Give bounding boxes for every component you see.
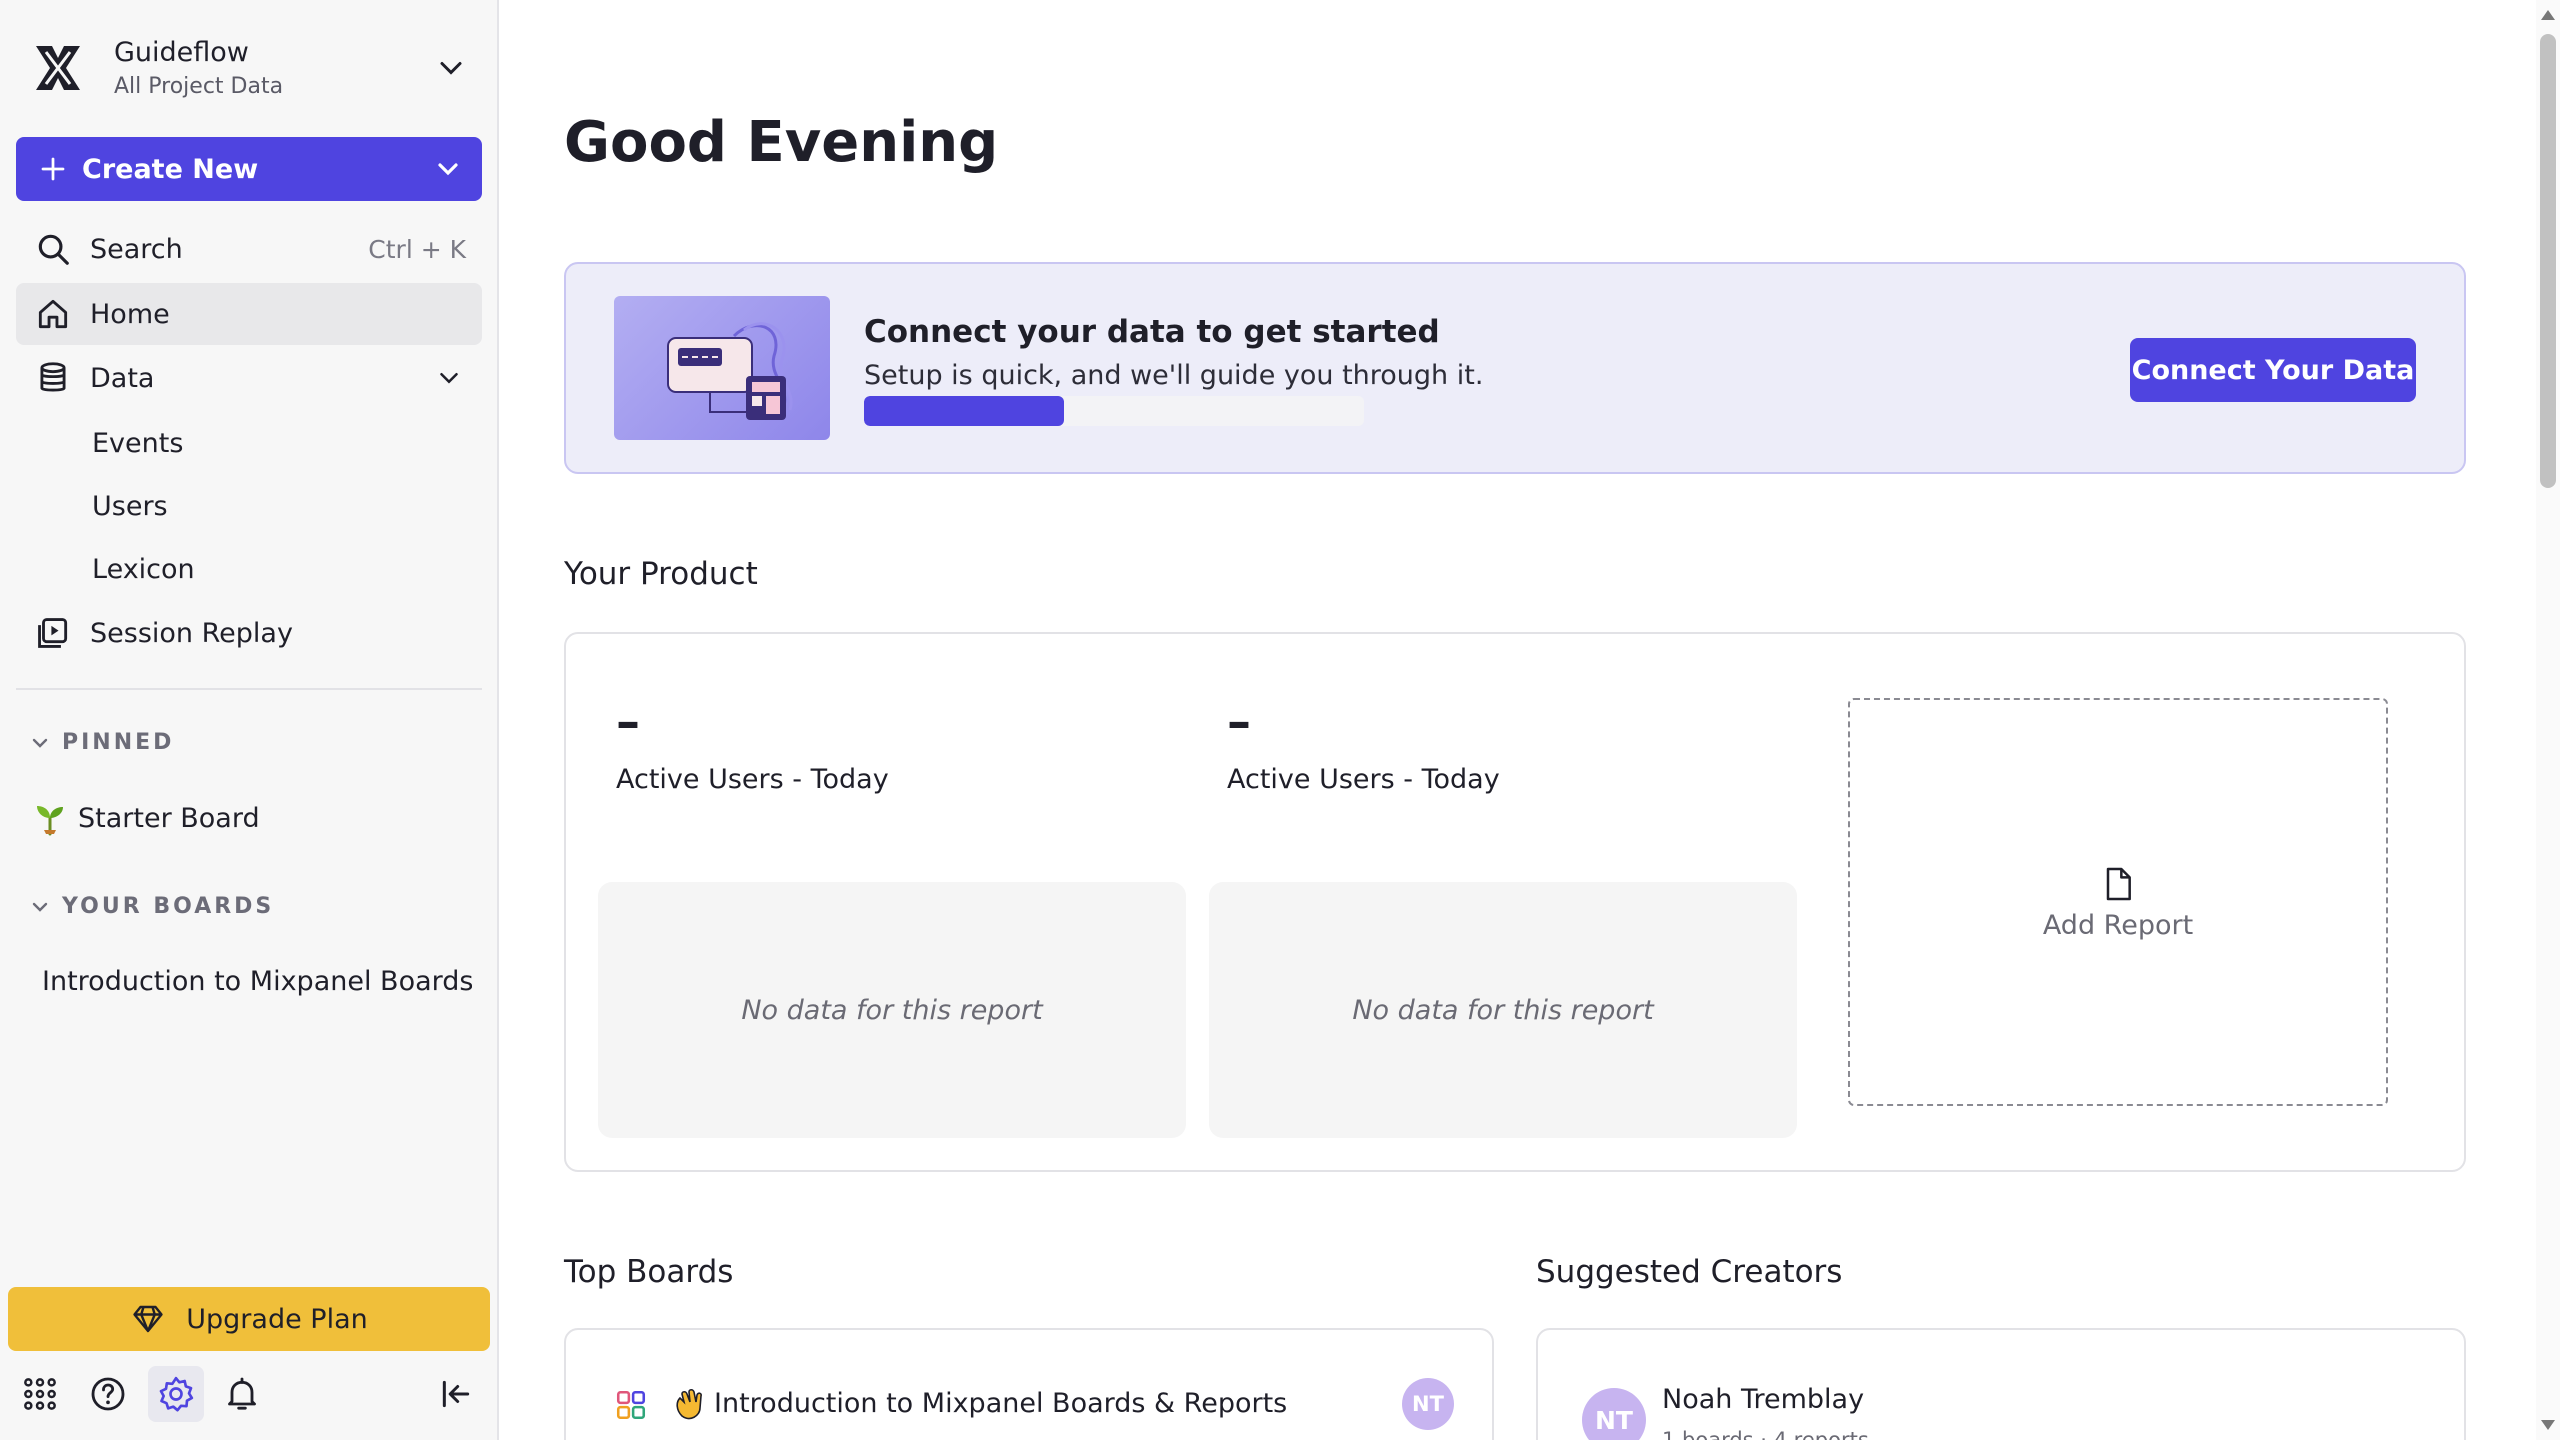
search-nav-item[interactable]: Search Ctrl + K (16, 218, 482, 280)
gear-icon (159, 1376, 194, 1412)
mixpanel-logo-icon (36, 46, 80, 90)
scroll-up-arrow-icon[interactable] (2541, 10, 2555, 20)
metric-label: Active Users - Today (1227, 764, 1500, 795)
workspace-switcher[interactable]: Guideflow All Project Data (16, 22, 483, 114)
upgrade-plan-label: Upgrade Plan (186, 1303, 368, 1335)
your-product-heading: Your Product (564, 556, 758, 592)
chevron-down-icon (440, 62, 462, 75)
sidebar-item-events[interactable]: Events (92, 428, 183, 459)
home-label: Home (90, 298, 170, 330)
your-boards-section-toggle[interactable]: YOUR BOARDS (28, 894, 274, 919)
create-new-button[interactable]: Create New (16, 137, 482, 201)
avatar: NT (1402, 1378, 1454, 1430)
no-data-placeholder: No data for this report (598, 882, 1186, 1138)
collapse-sidebar-button[interactable] (428, 1366, 484, 1422)
document-icon (2106, 867, 2131, 900)
sidebar-divider (16, 688, 482, 690)
grid-icon (24, 1378, 56, 1410)
page-scrollbar[interactable] (2536, 0, 2560, 1440)
workspace-subtitle: All Project Data (114, 74, 284, 99)
search-label: Search (90, 233, 183, 265)
add-report-label: Add Report (2042, 909, 2194, 941)
database-icon (40, 362, 66, 392)
home-icon (38, 299, 68, 329)
pinned-header: PINNED (62, 730, 175, 755)
your-board-label: Introduction to Mixpanel Boards (42, 965, 472, 997)
chevron-down-icon (32, 902, 48, 912)
search-icon (38, 234, 69, 265)
create-new-label: Create New (82, 153, 259, 185)
bell-icon (228, 1377, 256, 1410)
page-title: Good Evening (564, 110, 999, 175)
setup-progress-bar (864, 396, 1364, 426)
upgrade-plan-button[interactable]: Upgrade Plan (8, 1287, 490, 1351)
chevron-down-icon (32, 738, 48, 748)
sidebar-bottom-bar (0, 1360, 499, 1424)
collapse-left-icon (442, 1380, 470, 1408)
banner-title: Connect your data to get started (864, 314, 1440, 350)
session-replay-label: Session Replay (90, 617, 293, 649)
your-boards-header: YOUR BOARDS (62, 894, 275, 919)
help-button[interactable] (80, 1366, 136, 1422)
sidebar-item-session-replay[interactable]: Session Replay (16, 602, 482, 664)
connect-data-banner: Connect your data to get started Setup i… (564, 262, 2466, 474)
waving-hand-icon (676, 1388, 702, 1420)
plus-icon (41, 157, 65, 181)
sidebar-item-home[interactable]: Home (16, 283, 482, 345)
pinned-board-item[interactable]: Starter Board (32, 800, 260, 836)
seedling-icon (37, 806, 63, 836)
creator-meta: 1 boards · 4 reports (1662, 1428, 1869, 1440)
main-content: Good Evening Connect your data to get st… (500, 0, 2536, 1440)
top-boards-heading: Top Boards (564, 1254, 734, 1290)
settings-button[interactable] (148, 1366, 204, 1422)
board-grid-icon (616, 1390, 646, 1420)
session-replay-icon (38, 618, 68, 648)
help-icon (91, 1377, 125, 1411)
connect-your-data-button[interactable]: Connect Your Data (2130, 338, 2416, 402)
device-illustration-icon (667, 322, 793, 420)
metric-value: – (616, 694, 640, 750)
setup-progress-fill (864, 396, 1064, 426)
add-report-button[interactable]: Add Report (1848, 698, 2388, 1106)
pinned-section-toggle[interactable]: PINNED (28, 730, 174, 755)
creator-name: Noah Tremblay (1662, 1384, 1865, 1415)
notifications-button[interactable] (214, 1366, 270, 1422)
metric-active-users-2[interactable]: – Active Users - Today (1227, 694, 1500, 795)
your-board-item[interactable]: Introduction to Mixpanel Boards (32, 963, 472, 999)
pinned-board-label: Starter Board (78, 802, 260, 834)
chevron-down-icon (440, 373, 458, 384)
workspace-name: Guideflow (114, 37, 249, 68)
chevron-down-icon (438, 163, 458, 176)
search-shortcut: Ctrl + K (368, 234, 466, 264)
suggested-creator-card[interactable]: NT Noah Tremblay 1 boards · 4 reports (1536, 1328, 2466, 1440)
metric-label: Active Users - Today (616, 764, 889, 795)
sidebar-item-users[interactable]: Users (92, 491, 168, 522)
sidebar-item-lexicon[interactable]: Lexicon (92, 554, 195, 585)
sidebar-item-data[interactable]: Data (16, 347, 482, 409)
scrollbar-thumb[interactable] (2540, 34, 2556, 488)
your-product-card: – Active Users - Today – Active Users - … (564, 632, 2466, 1172)
data-label: Data (90, 362, 155, 394)
sidebar: Guideflow All Project Data Create New Se… (0, 0, 499, 1440)
scroll-down-arrow-icon[interactable] (2541, 1420, 2555, 1430)
no-data-placeholder: No data for this report (1209, 882, 1797, 1138)
connect-data-illustration (614, 296, 830, 440)
top-board-card[interactable]: Introduction to Mixpanel Boards & Report… (564, 1328, 1494, 1440)
diamond-icon (133, 1305, 163, 1333)
banner-subtitle: Setup is quick, and we'll guide you thro… (864, 360, 1484, 391)
top-board-label: Introduction to Mixpanel Boards & Report… (714, 1388, 1288, 1419)
apps-grid-button[interactable] (12, 1366, 68, 1422)
suggested-creators-heading: Suggested Creators (1536, 1254, 1843, 1290)
app-window: Guideflow All Project Data Create New Se… (0, 0, 2560, 1440)
metric-value: – (1227, 694, 1251, 750)
metric-active-users-1[interactable]: – Active Users - Today (616, 694, 889, 795)
avatar: NT (1582, 1388, 1646, 1440)
